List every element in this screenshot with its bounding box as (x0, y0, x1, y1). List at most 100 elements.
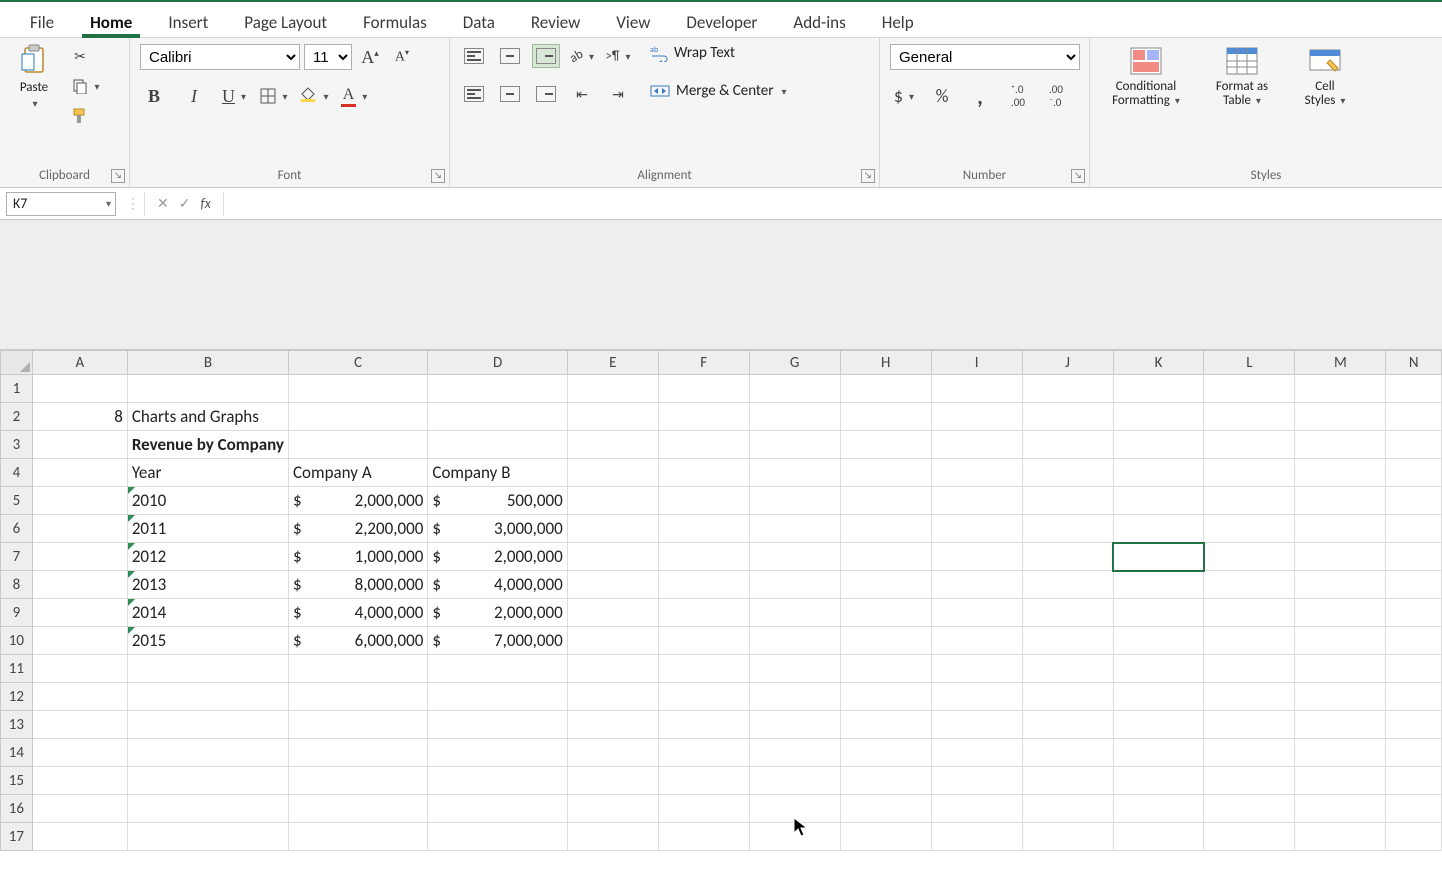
copy-button[interactable]: ▾ (66, 74, 106, 98)
row-header-17[interactable]: 17 (1, 823, 33, 851)
column-header-M[interactable]: M (1295, 351, 1386, 375)
cell-I8[interactable] (931, 571, 1022, 599)
cancel-formula-button[interactable]: ✕ (157, 195, 169, 212)
cell-M5[interactable] (1295, 487, 1386, 515)
cell-D14[interactable] (428, 739, 567, 767)
cell-E4[interactable] (567, 459, 658, 487)
column-header-B[interactable]: B (127, 351, 288, 375)
cell-M12[interactable] (1295, 683, 1386, 711)
cell-F1[interactable] (658, 375, 749, 403)
cell-D8[interactable]: $4,000,000 (428, 571, 567, 599)
cell-G6[interactable] (749, 515, 840, 543)
align-middle-button[interactable] (496, 44, 524, 68)
cell-N17[interactable] (1386, 823, 1442, 851)
column-header-D[interactable]: D (428, 351, 567, 375)
cell-N11[interactable] (1386, 655, 1442, 683)
cell-N4[interactable] (1386, 459, 1442, 487)
cell-J7[interactable] (1022, 543, 1113, 571)
cell-G2[interactable] (749, 403, 840, 431)
cell-I10[interactable] (931, 627, 1022, 655)
percent-format-button[interactable]: % (928, 84, 956, 108)
cell-D7[interactable]: $2,000,000 (428, 543, 567, 571)
cell-E12[interactable] (567, 683, 658, 711)
cell-H2[interactable] (840, 403, 931, 431)
row-header-3[interactable]: 3 (1, 431, 33, 459)
cell-G5[interactable] (749, 487, 840, 515)
bold-button[interactable]: B (140, 84, 168, 108)
cell-C2[interactable] (288, 403, 427, 431)
cell-I16[interactable] (931, 795, 1022, 823)
cell-K3[interactable] (1113, 431, 1204, 459)
column-header-I[interactable]: I (931, 351, 1022, 375)
cell-D12[interactable] (428, 683, 567, 711)
cell-B4[interactable]: Year (127, 459, 288, 487)
cell-C9[interactable]: $4,000,000 (288, 599, 427, 627)
cell-L8[interactable] (1204, 571, 1295, 599)
orientation-button[interactable]: ab▾ (568, 44, 596, 68)
tab-file[interactable]: File (12, 6, 72, 37)
cell-H17[interactable] (840, 823, 931, 851)
cell-H7[interactable] (840, 543, 931, 571)
row-header-15[interactable]: 15 (1, 767, 33, 795)
cell-F12[interactable] (658, 683, 749, 711)
cell-N14[interactable] (1386, 739, 1442, 767)
cell-M6[interactable] (1295, 515, 1386, 543)
column-header-L[interactable]: L (1204, 351, 1295, 375)
cell-C7[interactable]: $1,000,000 (288, 543, 427, 571)
cell-G7[interactable] (749, 543, 840, 571)
cell-M9[interactable] (1295, 599, 1386, 627)
cell-E16[interactable] (567, 795, 658, 823)
cell-I9[interactable] (931, 599, 1022, 627)
cell-F5[interactable] (658, 487, 749, 515)
cell-C13[interactable] (288, 711, 427, 739)
cell-K9[interactable] (1113, 599, 1204, 627)
cell-L6[interactable] (1204, 515, 1295, 543)
cell-K16[interactable] (1113, 795, 1204, 823)
cell-K1[interactable] (1113, 375, 1204, 403)
align-center-button[interactable] (496, 82, 524, 106)
column-header-N[interactable]: N (1386, 351, 1442, 375)
cell-J15[interactable] (1022, 767, 1113, 795)
tab-data[interactable]: Data (445, 6, 513, 37)
cell-K14[interactable] (1113, 739, 1204, 767)
cell-L16[interactable] (1204, 795, 1295, 823)
cell-E3[interactable] (567, 431, 658, 459)
cell-C14[interactable] (288, 739, 427, 767)
cell-A15[interactable] (32, 767, 127, 795)
cell-B1[interactable] (127, 375, 288, 403)
dialog-launcher-icon[interactable]: ↘ (431, 169, 445, 183)
cell-H4[interactable] (840, 459, 931, 487)
tab-page-layout[interactable]: Page Layout (226, 6, 345, 37)
tab-help[interactable]: Help (864, 6, 932, 37)
row-header-5[interactable]: 5 (1, 487, 33, 515)
cell-M4[interactable] (1295, 459, 1386, 487)
cell-B9[interactable]: 2014 (127, 599, 288, 627)
cell-I6[interactable] (931, 515, 1022, 543)
cell-J2[interactable] (1022, 403, 1113, 431)
dialog-launcher-icon[interactable]: ↘ (861, 169, 875, 183)
cell-J9[interactable] (1022, 599, 1113, 627)
cell-E17[interactable] (567, 823, 658, 851)
column-header-J[interactable]: J (1022, 351, 1113, 375)
formula-input[interactable] (224, 192, 1442, 216)
cell-F9[interactable] (658, 599, 749, 627)
cell-J12[interactable] (1022, 683, 1113, 711)
cell-J8[interactable] (1022, 571, 1113, 599)
cell-B13[interactable] (127, 711, 288, 739)
tab-formulas[interactable]: Formulas (345, 6, 445, 37)
cell-C5[interactable]: $2,000,000 (288, 487, 427, 515)
cell-D10[interactable]: $7,000,000 (428, 627, 567, 655)
cell-L14[interactable] (1204, 739, 1295, 767)
cell-H13[interactable] (840, 711, 931, 739)
cell-B12[interactable] (127, 683, 288, 711)
cell-E14[interactable] (567, 739, 658, 767)
cell-B15[interactable] (127, 767, 288, 795)
cell-B2[interactable]: Charts and Graphs (127, 403, 288, 431)
cell-K11[interactable] (1113, 655, 1204, 683)
tab-review[interactable]: Review (513, 6, 598, 37)
cell-M13[interactable] (1295, 711, 1386, 739)
cell-C17[interactable] (288, 823, 427, 851)
cell-F6[interactable] (658, 515, 749, 543)
cell-B10[interactable]: 2015 (127, 627, 288, 655)
cell-D16[interactable] (428, 795, 567, 823)
